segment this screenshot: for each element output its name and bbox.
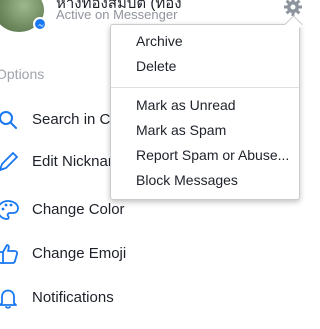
option-label: Change Color [32, 201, 125, 218]
pencil-icon [0, 150, 20, 174]
menu-item-mark-as-spam[interactable]: Mark as Spam [111, 119, 299, 143]
menu-item-label: Mark as Unread [136, 97, 236, 113]
menu-item-label: Block Messages [136, 172, 238, 188]
active-status: Active on Messenger [56, 7, 178, 22]
menu-item-label: Delete [136, 58, 177, 74]
thumbs-up-icon [0, 242, 20, 266]
menu-item-archive[interactable]: Archive [111, 30, 299, 54]
messenger-badge-icon [33, 17, 47, 31]
menu-item-block-messages[interactable]: Block Messages [111, 169, 299, 193]
menu-item-mark-as-unread[interactable]: Mark as Unread [111, 94, 299, 118]
settings-dropdown-menu: Archive Delete Mark as Unread Mark as Sp… [110, 15, 303, 200]
option-label: Notifications [32, 289, 114, 306]
palette-icon [0, 198, 20, 222]
menu-item-delete[interactable]: Delete [111, 55, 299, 79]
menu-item-label: Mark as Spam [136, 122, 227, 138]
menu-item-label: Report Spam or Abuse... [136, 147, 290, 163]
search-icon [0, 108, 20, 132]
options-heading: Options [0, 66, 45, 82]
notifications-option[interactable]: Notifications [0, 281, 314, 315]
menu-item-report-spam[interactable]: Report Spam or Abuse... [111, 144, 299, 168]
option-label: Change Emoji [32, 245, 127, 262]
change-emoji-option[interactable]: Change Emoji [0, 237, 314, 271]
menu-divider [111, 87, 299, 88]
bell-icon [0, 286, 20, 310]
conversation-options-panel: ห้างทองสมบัติ (ทอง Active on Messenger O [0, 0, 314, 329]
menu-item-label: Archive [136, 33, 183, 49]
